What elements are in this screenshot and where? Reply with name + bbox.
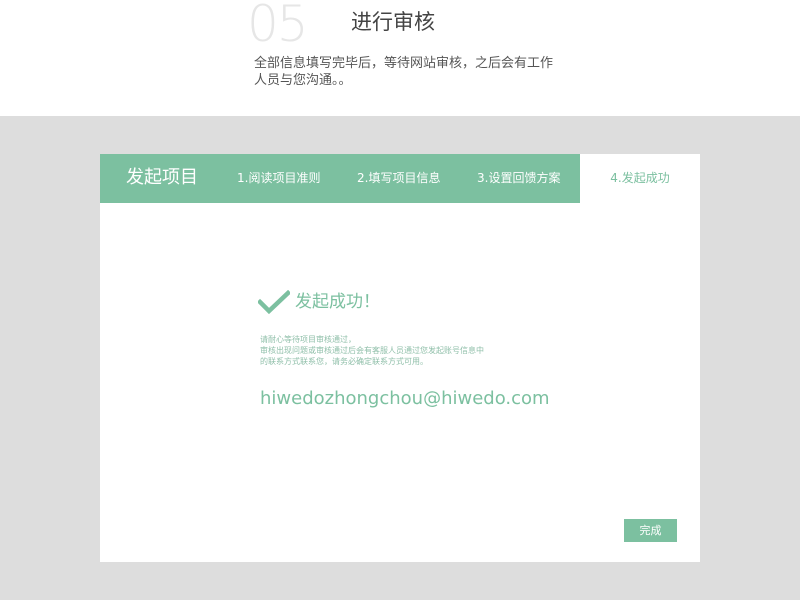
notice-line: 请耐心等待项目审核通过，	[260, 335, 356, 344]
step-header: 05 进行审核 全部信息填写完毕后，等待网站审核，之后会有工作人员与您沟通。。	[0, 0, 800, 116]
done-button[interactable]: 完成	[624, 519, 677, 542]
review-notice: 请耐心等待项目审核通过， 审核出现问题或审核通过后会有客服人员通过您发起账号信息…	[260, 334, 550, 367]
launch-project-title: 发起项目	[126, 167, 198, 188]
tab-read-guidelines[interactable]: 1.阅读项目准则	[237, 154, 320, 203]
success-title: 发起成功！	[295, 292, 380, 312]
contact-email[interactable]: hiwedozhongchou@hiwedo.com	[260, 386, 550, 412]
step-number: 05	[247, 0, 309, 53]
notice-line: 的联系方式联系您，请务必确定联系方式可用。	[260, 357, 428, 366]
step-description: 全部信息填写完毕后，等待网站审核，之后会有工作人员与您沟通。。	[254, 56, 554, 88]
step-title: 进行审核	[351, 10, 435, 34]
tab-launch-success[interactable]: 4.发起成功	[580, 154, 700, 203]
project-launch-card: 发起项目 1.阅读项目准则 2.填写项目信息 3.设置回馈方案 4.发起成功 发…	[100, 154, 700, 562]
step-tabbar: 发起项目 1.阅读项目准则 2.填写项目信息 3.设置回馈方案 4.发起成功	[100, 154, 700, 203]
check-icon	[258, 290, 290, 314]
tab-set-rewards[interactable]: 3.设置回馈方案	[477, 154, 560, 203]
tab-fill-project-info[interactable]: 2.填写项目信息	[357, 154, 440, 203]
notice-line: 审核出现问题或审核通过后会有客服人员通过您发起账号信息中	[260, 346, 484, 355]
